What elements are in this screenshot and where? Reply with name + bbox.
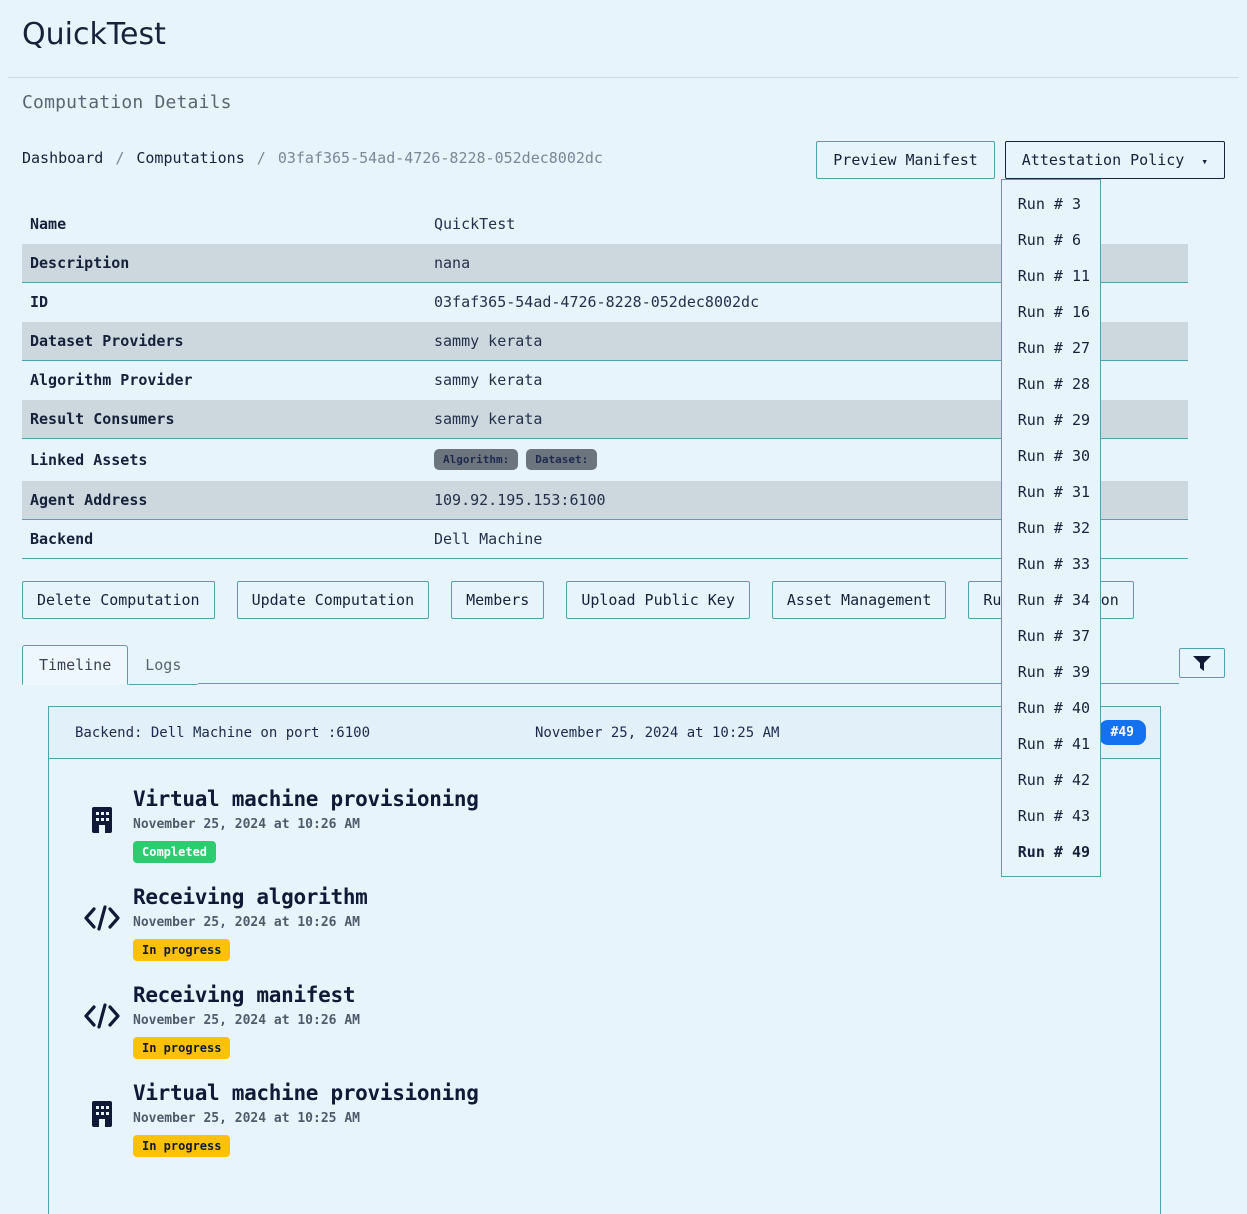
detail-label: ID <box>22 282 426 322</box>
detail-label: Backend <box>22 519 426 559</box>
timeline-event-time: November 25, 2024 at 10:26 AM <box>133 915 360 930</box>
timeline-date-label: November 25, 2024 at 10:25 AM <box>535 724 780 741</box>
dropdown-item-run-40[interactable]: Run # 40 <box>1002 690 1100 726</box>
update-computation-button[interactable]: Update Computation <box>236 581 430 619</box>
breadcrumb-current: 03faf365-54ad-4726-8228-052dec8002dc <box>277 149 603 167</box>
dropdown-item-run-42[interactable]: Run # 42 <box>1002 762 1100 798</box>
dropdown-item-run-43[interactable]: Run # 43 <box>1002 798 1100 834</box>
header-actions: Preview Manifest Attestation Policy ▾ Ru… <box>816 141 1225 877</box>
detail-label: Agent Address <box>22 480 426 520</box>
timeline-card: Backend: Dell Machine on port :6100 Nove… <box>48 706 1161 1214</box>
attestation-policy-button[interactable]: Attestation Policy ▾ <box>1004 141 1225 179</box>
app-header: QuickTest <box>0 0 1247 65</box>
dropdown-item-run-39[interactable]: Run # 39 <box>1002 654 1100 690</box>
run-number-badge[interactable]: #49 <box>1098 720 1146 745</box>
timeline-event: Virtual machine provisioning November 25,… <box>49 1071 1160 1169</box>
filter-button[interactable] <box>1179 648 1225 678</box>
breadcrumb-actions-row: Dashboard / Computations / 03faf365-54ad… <box>0 113 1247 877</box>
detail-label: Linked Assets <box>22 438 426 481</box>
breadcrumb-dashboard[interactable]: Dashboard <box>22 149 103 167</box>
timeline-backend-label: Backend: Dell Machine on port :6100 <box>75 724 371 741</box>
app-title: QuickTest <box>22 17 166 52</box>
building-icon <box>71 787 133 835</box>
timeline-event-content: Virtual machine provisioning November 25,… <box>133 1081 1160 1157</box>
breadcrumb-separator-1: / <box>115 149 125 167</box>
code-icon <box>71 983 133 1031</box>
detail-label: Algorithm Provider <box>22 360 426 400</box>
attestation-policy-menu[interactable]: Run # 3 Run # 6 Run # 11 Run # 16 Run # 27 Ru… <box>1000 179 1101 877</box>
breadcrumb-computations[interactable]: Computations <box>136 149 244 167</box>
linked-asset-badge[interactable]: Dataset: <box>526 449 598 470</box>
dropdown-item-run-31[interactable]: Run # 31 <box>1002 474 1100 510</box>
dropdown-item-run-37[interactable]: Run # 37 <box>1002 618 1100 654</box>
status-badge: In progress <box>133 1135 231 1157</box>
dropdown-item-run-30[interactable]: Run # 30 <box>1002 438 1100 474</box>
timeline-event-content: Receiving algorithm November 25, 2024 at … <box>133 885 1160 961</box>
timeline-event: Receiving algorithm November 25, 2024 at … <box>49 875 1160 973</box>
dropdown-item-run-34[interactable]: Run # 34 <box>1002 582 1100 618</box>
detail-label: Name <box>22 205 426 244</box>
dropdown-item-run-28[interactable]: Run # 28 <box>1002 366 1100 402</box>
dropdown-item-run-27[interactable]: Run # 27 <box>1002 330 1100 366</box>
chevron-down-icon: ▾ <box>1201 155 1208 168</box>
timeline-event-title: Virtual machine provisioning <box>133 1081 479 1105</box>
timeline-event-content: Receiving manifest November 25, 2024 at 1… <box>133 983 1160 1059</box>
status-badge: Completed <box>133 841 217 863</box>
dropdown-item-run-49[interactable]: Run # 49 <box>1002 834 1100 870</box>
timeline-event-title: Receiving algorithm <box>133 885 368 909</box>
status-badge: In progress <box>133 939 231 961</box>
attestation-policy-dropdown: Attestation Policy ▾ Run # 3 Run # 6 Run #… <box>1000 141 1225 877</box>
status-badge: In progress <box>133 1037 231 1059</box>
timeline-event-time: November 25, 2024 at 10:25 AM <box>133 1111 360 1126</box>
detail-label: Result Consumers <box>22 399 426 439</box>
dropdown-item-run-41[interactable]: Run # 41 <box>1002 726 1100 762</box>
breadcrumb-separator-2: / <box>256 149 266 167</box>
tab-timeline[interactable]: Timeline <box>22 645 129 685</box>
timeline-event: Virtual machine provisioning November 25,… <box>49 777 1160 875</box>
preview-manifest-button[interactable]: Preview Manifest <box>816 141 995 179</box>
dropdown-item-run-33[interactable]: Run # 33 <box>1002 546 1100 582</box>
dropdown-item-run-6[interactable]: Run # 6 <box>1002 222 1100 258</box>
timeline-events: Virtual machine provisioning November 25,… <box>49 759 1160 1169</box>
detail-label: Description <box>22 243 426 283</box>
timeline-event-title: Receiving manifest <box>133 983 356 1007</box>
timeline-event: Receiving manifest November 25, 2024 at 1… <box>49 973 1160 1071</box>
members-button[interactable]: Members <box>451 581 545 619</box>
building-icon <box>71 1081 133 1129</box>
dropdown-item-run-11[interactable]: Run # 11 <box>1002 258 1100 294</box>
timeline-event-time: November 25, 2024 at 10:26 AM <box>133 1013 360 1028</box>
dropdown-item-run-3[interactable]: Run # 3 <box>1002 186 1100 222</box>
timeline-header: Backend: Dell Machine on port :6100 Nove… <box>49 707 1160 759</box>
detail-label: Dataset Providers <box>22 321 426 361</box>
attestation-policy-label: Attestation Policy <box>1021 151 1185 169</box>
page-root: QuickTest Computation Details Dashboard … <box>0 0 1247 1214</box>
filter-icon <box>1193 656 1211 671</box>
dropdown-item-run-16[interactable]: Run # 16 <box>1002 294 1100 330</box>
upload-public-key-button[interactable]: Upload Public Key <box>566 581 750 619</box>
breadcrumb: Dashboard / Computations / 03faf365-54ad… <box>22 141 816 167</box>
dropdown-item-run-29[interactable]: Run # 29 <box>1002 402 1100 438</box>
linked-asset-badge[interactable]: Algorithm: <box>434 449 519 470</box>
dropdown-item-run-32[interactable]: Run # 32 <box>1002 510 1100 546</box>
asset-management-button[interactable]: Asset Management <box>771 581 947 619</box>
tab-logs[interactable]: Logs <box>128 645 199 685</box>
page-title: Computation Details <box>22 92 232 113</box>
delete-computation-button[interactable]: Delete Computation <box>22 581 215 619</box>
code-icon <box>71 885 133 933</box>
